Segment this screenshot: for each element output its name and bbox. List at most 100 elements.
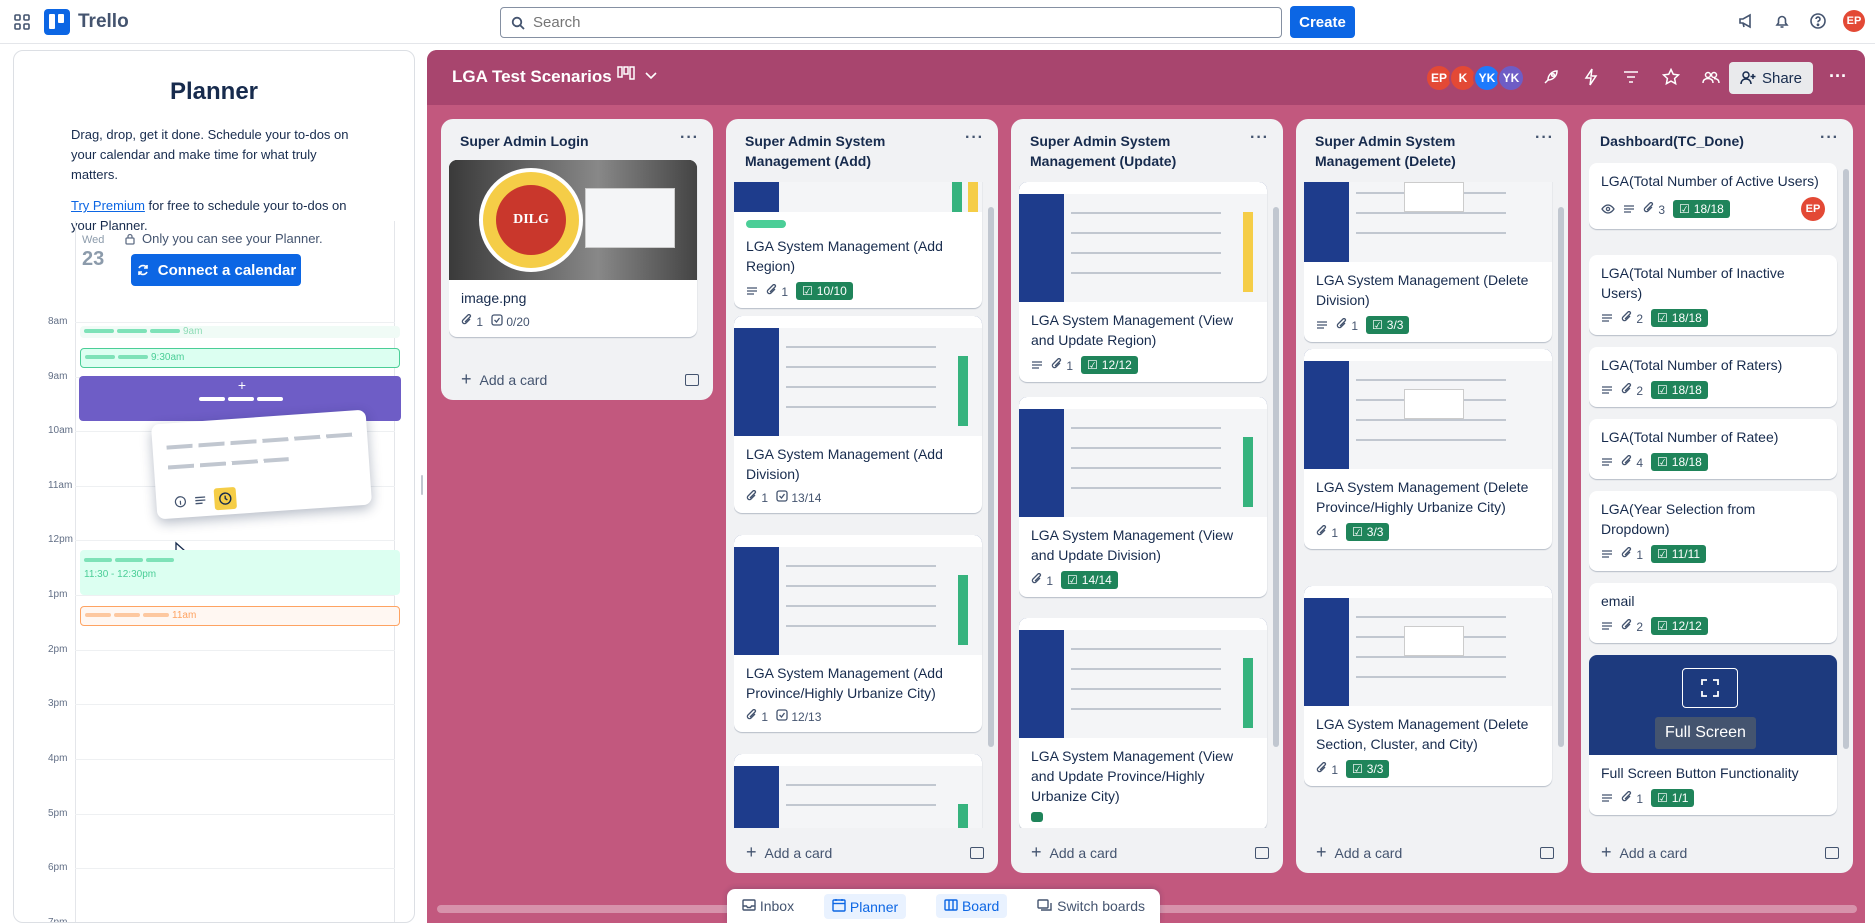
card[interactable]: LGA System Management (Add Division) 1 1… (734, 316, 982, 513)
lightning-icon[interactable] (1580, 66, 1602, 88)
card[interactable]: LGA(Year Selection from Dropdown) 1 ☑ 11… (1589, 491, 1837, 571)
list-menu-icon[interactable]: ··· (965, 129, 984, 147)
user-avatar[interactable]: EP (1843, 10, 1865, 32)
list-scrollbar[interactable] (1558, 207, 1564, 747)
description-icon (1601, 548, 1613, 560)
list-title[interactable]: Super Admin System Management (Delete) (1296, 119, 1568, 171)
card[interactable]: LGA System Management (Add Region) 1 ☑ 1… (734, 182, 982, 308)
board-tab[interactable]: Board (936, 894, 1008, 918)
card[interactable]: DILG image.png 1 0/20 (449, 160, 697, 337)
add-card-button[interactable]: + Add a card (1316, 842, 1402, 863)
trello-logo[interactable]: Trello (44, 9, 129, 35)
bottom-navigation: Inbox Planner Board Switch boards (727, 889, 1160, 923)
list-title[interactable]: Super Admin System Management (Update) (1011, 119, 1283, 171)
card-template-icon[interactable] (1255, 847, 1269, 859)
connect-calendar-button[interactable]: Connect a calendar (131, 254, 301, 286)
card[interactable]: LGA System Management (Delete Section, C… (1304, 586, 1552, 786)
attachment-badge: 3 (1643, 201, 1665, 217)
checklist-count: 18/18 (1671, 383, 1702, 397)
card[interactable]: LGA(Total Number of Active Users) 3 ☑ 18… (1589, 163, 1837, 229)
description-icon (1601, 456, 1613, 468)
add-card-button[interactable]: + Add a card (1031, 842, 1117, 863)
bell-icon[interactable] (1771, 10, 1793, 32)
card-member-avatar[interactable]: EP (1801, 197, 1825, 221)
list-scrollbar[interactable] (988, 207, 994, 747)
card[interactable]: LGA System Management (Delete Division) … (1304, 182, 1552, 342)
planner-tab[interactable]: Planner (824, 893, 907, 919)
inbox-tab[interactable]: Inbox (742, 898, 794, 914)
card-template-icon[interactable] (685, 374, 699, 386)
rocket-icon[interactable] (1540, 66, 1562, 88)
list-scrollbar[interactable] (1843, 169, 1849, 749)
card-cover-image (1019, 618, 1267, 738)
card[interactable]: LGA(Total Number of Raters) 2 ☑ 18/18 (1589, 347, 1837, 407)
panel-resize-handle[interactable] (421, 475, 423, 495)
card-title: LGA System Management (Add Province/High… (746, 665, 943, 701)
add-card-button[interactable]: + Add a card (1601, 842, 1687, 863)
switch-boards-tab[interactable]: Switch boards (1037, 898, 1145, 914)
full-screen-button[interactable] (1682, 668, 1738, 708)
checklist-count: 10/10 (816, 284, 847, 298)
hour-row: 8am (14, 316, 414, 327)
attachment-badge: 4 (1621, 454, 1643, 470)
list-scrollbar[interactable] (1273, 207, 1279, 747)
card[interactable]: LGA System Management (Add Province/High… (734, 535, 982, 732)
search-box[interactable] (500, 7, 1282, 38)
privacy-note-text: Only you can see your Planner. (142, 231, 323, 246)
search-input[interactable] (533, 14, 1233, 31)
card[interactable] (734, 754, 982, 828)
card[interactable]: LGA System Management (View and Update D… (1019, 397, 1267, 597)
card[interactable]: LGA System Management (View and Update P… (1019, 618, 1267, 828)
share-button[interactable]: Share (1729, 62, 1813, 94)
calendar-event[interactable]: 9am (80, 326, 400, 338)
list-menu-icon[interactable]: ··· (1250, 129, 1269, 147)
hour-label: 9am (48, 371, 68, 382)
dragged-card-preview[interactable] (150, 409, 373, 520)
add-card-button[interactable]: + Add a card (746, 842, 832, 863)
add-card-button[interactable]: + Add a card (461, 369, 547, 390)
card[interactable]: email 2 ☑ 12/12 (1589, 583, 1837, 643)
app-name: Trello (78, 11, 129, 32)
team-visibility-icon[interactable] (1700, 66, 1722, 88)
list-menu-icon[interactable]: ··· (680, 129, 699, 147)
card[interactable]: LGA(Total Number of Inactive Users) 2 ☑ … (1589, 255, 1837, 335)
star-icon[interactable] (1660, 66, 1682, 88)
megaphone-icon[interactable] (1735, 10, 1757, 32)
attachment-badge: 2 (1621, 310, 1643, 326)
attachment-badge: 1 (461, 314, 483, 329)
hour-label: 5pm (48, 808, 68, 819)
card-template-icon[interactable] (970, 847, 984, 859)
card-template-icon[interactable] (1825, 847, 1839, 859)
calendar-event[interactable]: 11:30 - 12:30pm (80, 550, 400, 595)
board-title[interactable]: LGA Test Scenarios (452, 67, 612, 87)
board-icon (944, 899, 958, 911)
attachment-count: 1 (1066, 358, 1074, 373)
calendar-event[interactable]: 11am (80, 606, 400, 626)
list-menu-icon[interactable]: ··· (1535, 129, 1554, 147)
board-members[interactable]: EP K YK YK (1425, 64, 1525, 92)
card-template-icon[interactable] (1540, 847, 1554, 859)
card-cover-image (1304, 349, 1552, 469)
fullscreen-icon (1701, 679, 1719, 697)
try-premium-link[interactable]: Try Premium (71, 198, 145, 213)
attachment-count: 1 (1046, 573, 1054, 588)
card[interactable]: LGA(Total Number of Ratee) 4 ☑ 18/18 (1589, 419, 1837, 479)
calendar-event[interactable]: 9:30am (80, 348, 400, 368)
list-title[interactable]: Super Admin System Management (Add) (726, 119, 998, 171)
checkbox-icon (491, 314, 503, 326)
create-button[interactable]: Create (1290, 6, 1355, 38)
apps-grid-icon[interactable] (13, 13, 31, 31)
member-avatar[interactable]: YK (1497, 64, 1525, 92)
card-cover-image (734, 182, 982, 212)
list-title[interactable]: Dashboard(TC_Done) (1581, 119, 1853, 151)
board-view-switcher[interactable] (617, 66, 657, 83)
board-more-icon[interactable]: ··· (1829, 66, 1847, 87)
list-title[interactable]: Super Admin Login (441, 119, 713, 151)
card[interactable]: LGA System Management (Delete Province/H… (1304, 349, 1552, 549)
checklist-count: 3/3 (1386, 318, 1404, 332)
card[interactable]: LGA System Management (View and Update R… (1019, 182, 1267, 382)
list-menu-icon[interactable]: ··· (1820, 129, 1839, 147)
filter-icon[interactable] (1620, 66, 1642, 88)
card-cover-image (1019, 397, 1267, 517)
help-icon[interactable] (1807, 10, 1829, 32)
